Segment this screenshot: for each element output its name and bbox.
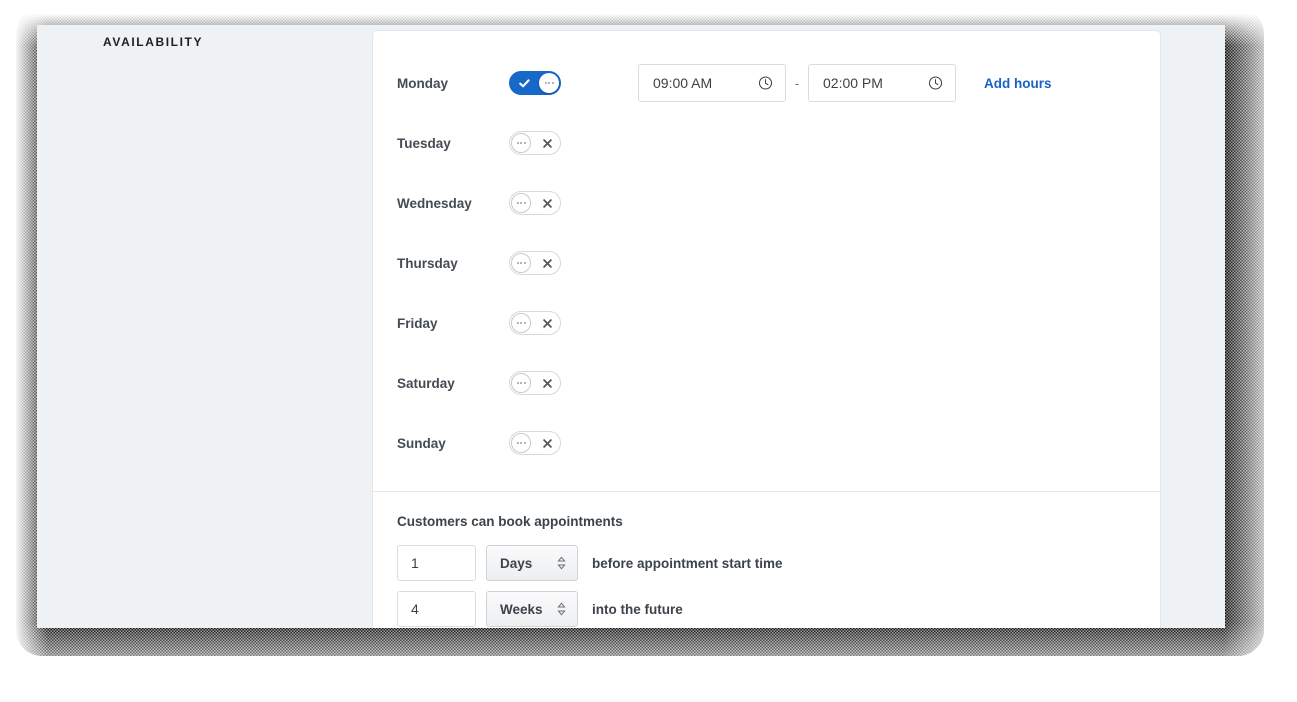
- chevron-updown-icon: [557, 602, 566, 616]
- app-viewport: AVAILABILITY Monday 09:00 AM - 02:00 PM …: [37, 25, 1225, 628]
- day-row: Tuesday: [397, 113, 1136, 173]
- shadow-fade-right: [1223, 0, 1297, 702]
- lead-time-suffix-label: before appointment start time: [592, 555, 783, 571]
- booking-row: 1 Days before appointment start time: [397, 545, 1136, 581]
- toggle-knob: [511, 433, 531, 453]
- day-toggle-tuesday[interactable]: [509, 131, 561, 155]
- day-row: Thursday: [397, 233, 1136, 293]
- end-time-input[interactable]: 02:00 PM: [808, 64, 956, 102]
- close-icon: [534, 132, 560, 154]
- add-hours-link[interactable]: Add hours: [984, 76, 1052, 91]
- day-label-friday: Friday: [397, 315, 438, 331]
- weekly-hours-section: Monday 09:00 AM - 02:00 PM Add hours Tue…: [373, 31, 1160, 491]
- day-row: Sunday: [397, 413, 1136, 473]
- future-window-amount-input[interactable]: 4: [397, 591, 476, 627]
- toggle-knob: [539, 73, 559, 93]
- chevron-updown-icon: [557, 556, 566, 570]
- day-toggle-thursday[interactable]: [509, 251, 561, 275]
- close-icon: [534, 372, 560, 394]
- end-time-value: 02:00 PM: [823, 75, 883, 91]
- day-label-tuesday: Tuesday: [397, 135, 451, 151]
- day-row: Monday 09:00 AM - 02:00 PM Add hours: [397, 53, 1136, 113]
- lead-time-unit-select[interactable]: Days: [486, 545, 578, 581]
- day-toggle-wednesday[interactable]: [509, 191, 561, 215]
- clock-icon: [928, 76, 943, 91]
- day-toggle-monday[interactable]: [509, 71, 561, 95]
- day-label-sunday: Sunday: [397, 435, 446, 451]
- toggle-knob: [511, 133, 531, 153]
- future-window-unit-value: Weeks: [500, 601, 543, 617]
- time-range-separator: -: [794, 75, 800, 91]
- day-row: Saturday: [397, 353, 1136, 413]
- lead-time-unit-value: Days: [500, 555, 533, 571]
- day-row: Wednesday: [397, 173, 1136, 233]
- day-toggle-saturday[interactable]: [509, 371, 561, 395]
- start-time-input[interactable]: 09:00 AM: [638, 64, 786, 102]
- booking-window-section: Customers can book appointments 1 Days b…: [373, 491, 1160, 628]
- lead-time-amount-input[interactable]: 1: [397, 545, 476, 581]
- day-label-monday: Monday: [397, 75, 449, 91]
- day-toggle-sunday[interactable]: [509, 431, 561, 455]
- monday-hours-group: 09:00 AM - 02:00 PM Add hours: [638, 64, 1052, 102]
- day-label-saturday: Saturday: [397, 375, 455, 391]
- screen: AVAILABILITY Monday 09:00 AM - 02:00 PM …: [0, 0, 1297, 702]
- future-window-suffix-label: into the future: [592, 601, 683, 617]
- day-label-wednesday: Wednesday: [397, 195, 472, 211]
- clock-icon: [758, 76, 773, 91]
- booking-row: 4 Weeks into the future: [397, 591, 1136, 627]
- close-icon: [534, 432, 560, 454]
- check-icon: [511, 72, 537, 94]
- close-icon: [534, 312, 560, 334]
- close-icon: [534, 252, 560, 274]
- day-toggle-friday[interactable]: [509, 311, 561, 335]
- start-time-value: 09:00 AM: [653, 75, 713, 91]
- booking-section-title: Customers can book appointments: [397, 514, 623, 529]
- toggle-knob: [511, 253, 531, 273]
- toggle-knob: [511, 313, 531, 333]
- day-row: Friday: [397, 293, 1136, 353]
- future-window-unit-select[interactable]: Weeks: [486, 591, 578, 627]
- availability-card: Monday 09:00 AM - 02:00 PM Add hours Tue…: [372, 30, 1161, 628]
- section-title: AVAILABILITY: [103, 35, 204, 49]
- shadow-fade-bottom: [0, 622, 1297, 702]
- toggle-knob: [511, 373, 531, 393]
- toggle-knob: [511, 193, 531, 213]
- day-label-thursday: Thursday: [397, 255, 458, 271]
- close-icon: [534, 192, 560, 214]
